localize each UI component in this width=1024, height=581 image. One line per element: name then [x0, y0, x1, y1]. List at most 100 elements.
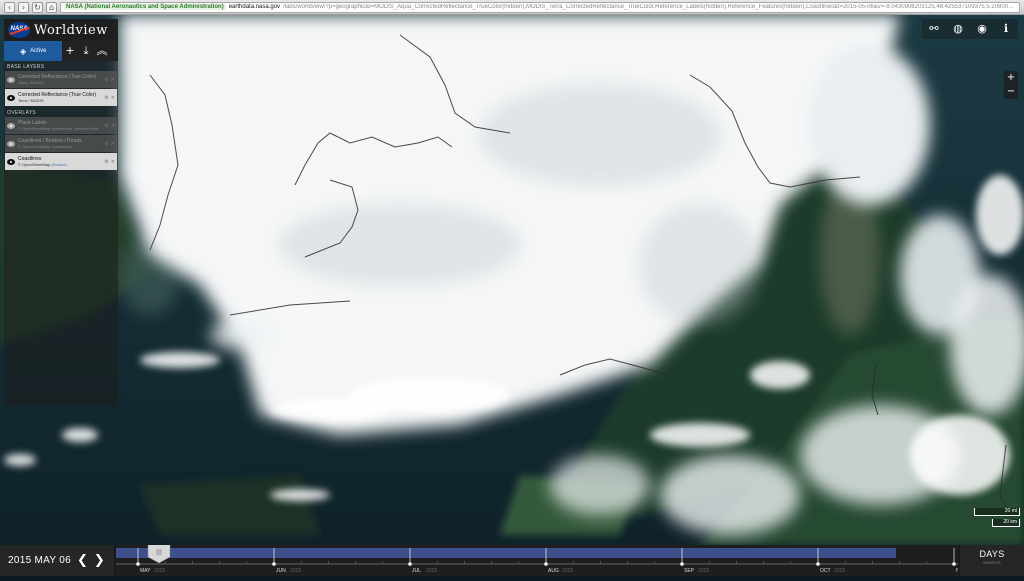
app-header: NASA Worldview	[4, 19, 118, 41]
visibility-eye-icon[interactable]	[7, 94, 15, 101]
month-tick-dot	[408, 562, 412, 566]
date-selector: 2015 MAY 06 ❮ ❯	[0, 545, 114, 576]
scale-bar: 20 mi 20 km	[974, 508, 1020, 530]
layer-text: Corrected Reflectance (True Color) Terra …	[18, 92, 101, 103]
cloud-mass	[810, 45, 930, 205]
month-tick-dot	[544, 562, 548, 566]
layer-text: Coastlines / Borders / Roads © OpenStreet…	[18, 138, 101, 149]
base-layers-list: Corrected Reflectance (True Color) Aqua /…	[4, 71, 118, 106]
forward-button[interactable]: ›	[18, 1, 29, 13]
layer-text: Corrected Reflectance (True Color) Aqua /…	[18, 74, 101, 85]
prev-day-icon[interactable]: ❮	[77, 553, 88, 568]
zoom-control: + −	[1004, 71, 1018, 99]
home-button[interactable]: ⌂	[46, 1, 57, 13]
url-bar[interactable]: NASA (National Aeronautics and Space Adm…	[60, 1, 1020, 13]
zoom-in-button[interactable]: +	[1004, 71, 1018, 85]
layer-settings-icon[interactable]: ⚙	[104, 141, 108, 147]
month-tick-year: 2015	[426, 568, 437, 574]
layer-subtitle: Terra / MODIS	[18, 98, 101, 103]
layers-sidebar: NASA Worldview ◈ Active + ⤓ ︽ BASE LAYER…	[4, 19, 118, 406]
layer-remove-icon[interactable]: ✕	[111, 123, 115, 129]
reload-button[interactable]: ↻	[32, 1, 43, 13]
projection-icon[interactable]: ◍	[946, 19, 970, 39]
layer-tools: ⚙ ✕	[104, 95, 115, 101]
layer-settings-icon[interactable]: ⚙	[104, 123, 108, 129]
layer-remove-icon[interactable]: ✕	[111, 77, 115, 83]
site-identity-badge[interactable]: NASA (National Aeronautics and Space Adm…	[64, 4, 226, 10]
layer-subtitle: © OpenStreetMap (Source)	[18, 162, 101, 167]
month-tick-label[interactable]: JUN	[276, 568, 286, 574]
tab-active-layers[interactable]: ◈ Active	[4, 41, 62, 61]
layer-item[interactable]: Coastlines / Borders / Roads © OpenStreet…	[5, 135, 117, 152]
overlays-heading: OVERLAYS	[7, 110, 36, 116]
zoom-out-button[interactable]: −	[1004, 85, 1018, 99]
month-tick-year: 2015	[834, 568, 845, 574]
visibility-eye-icon[interactable]	[7, 140, 15, 147]
layer-text: Place Labels © OpenStreetMap contributors…	[18, 120, 101, 131]
camera-icon[interactable]: ◉	[970, 19, 994, 39]
timeline-track[interactable]: MAY 2015 JUN 2015 JUL 2015 AUG 2015 SEP 2015 OCT 20…	[116, 542, 981, 576]
timeline-zoom-level[interactable]: DAYS MONTHS	[960, 545, 1024, 576]
map-toolbar: ⚯ ◍ ◉ ℹ	[922, 19, 1018, 39]
url-host: earthdata.nasa.gov	[228, 4, 281, 10]
month-tick-label[interactable]: MAY	[140, 568, 151, 574]
layer-remove-icon[interactable]: ✕	[111, 159, 115, 165]
layer-subtitle: Aqua / MODIS	[18, 80, 101, 85]
layer-remove-icon[interactable]: ✕	[111, 141, 115, 147]
link-icon[interactable]: ⚯	[922, 19, 946, 39]
month-tick-dot	[136, 562, 140, 566]
layer-subtitle-text: © OpenStreetMap contributors	[18, 144, 73, 149]
layer-settings-icon[interactable]: ⚙	[104, 95, 108, 101]
collapse-sidebar-icon[interactable]: ︽	[94, 41, 110, 61]
layer-item[interactable]: Coastlines © OpenStreetMap (Source) ⚙ ✕	[5, 153, 117, 170]
month-tick-dot	[952, 562, 956, 566]
tab-active-label: Active	[30, 48, 47, 54]
month-tick-year: 2015	[562, 568, 573, 574]
base-layers-heading: BASE LAYERS	[7, 64, 45, 70]
layer-settings-icon[interactable]: ⚙	[104, 159, 108, 165]
visibility-eye-icon[interactable]	[7, 122, 15, 129]
layer-subtitle-text: Terra / MODIS	[18, 98, 44, 103]
add-layers-icon[interactable]: +	[62, 41, 78, 61]
month-tick-dot	[272, 562, 276, 566]
nasa-logo-text: NASA	[10, 26, 28, 32]
layer-item[interactable]: Corrected Reflectance (True Color) Aqua /…	[5, 71, 117, 88]
month-tick-year: 2015	[290, 568, 301, 574]
timeline-zoom-unit[interactable]: DAYS	[960, 549, 1024, 559]
url-path: /labs/worldview/?p=geographic&l=MODIS_Aq…	[283, 4, 1016, 10]
month-tick-label[interactable]: AUG	[548, 568, 559, 574]
cloud-mass	[550, 455, 650, 515]
overlays-list: Place Labels © OpenStreetMap contributors…	[4, 117, 118, 170]
month-tick-label[interactable]: OCT	[820, 568, 831, 574]
map-canvas[interactable]	[0, 15, 1024, 545]
info-icon[interactable]: ℹ	[994, 19, 1018, 39]
month-tick-label[interactable]: SEP	[684, 568, 695, 574]
current-date[interactable]: 2015 MAY 06	[8, 555, 71, 566]
visibility-eye-icon[interactable]	[7, 76, 15, 83]
month-tick-label[interactable]: NOV	[956, 568, 968, 574]
layer-tools: ⚙ ✕	[104, 141, 115, 147]
month-tick-dot	[816, 562, 820, 566]
layer-settings-icon[interactable]: ⚙	[104, 77, 108, 83]
layer-text: Coastlines © OpenStreetMap (Source)	[18, 156, 101, 167]
layers-icon: ◈	[20, 46, 27, 56]
visibility-eye-icon[interactable]	[7, 158, 15, 165]
month-tick-dot	[680, 562, 684, 566]
layer-item[interactable]: Corrected Reflectance (True Color) Terra …	[5, 89, 117, 106]
satellite-map[interactable]	[0, 15, 1024, 545]
layer-subtitle-text: © OpenStreetMap contributors, Natural Ea…	[18, 126, 99, 131]
back-button[interactable]: ‹	[4, 1, 15, 13]
layer-tools: ⚙ ✕	[104, 159, 115, 165]
layer-subtitle-text: © OpenStreetMap	[18, 162, 51, 167]
layer-remove-icon[interactable]: ✕	[111, 95, 115, 101]
next-day-icon[interactable]: ❯	[94, 553, 105, 568]
timeline: 2015 MAY 06 ❮ ❯ MAY 2015 JUN 2015 JUL 2015 AUG…	[0, 542, 1024, 576]
timeline-svg[interactable]: MAY 2015 JUN 2015 JUL 2015 AUG 2015 SEP 2015 OCT 20…	[116, 542, 981, 576]
layer-item[interactable]: Place Labels © OpenStreetMap contributors…	[5, 117, 117, 134]
cloud-mass	[210, 320, 270, 350]
timeline-zoom-alt[interactable]: MONTHS	[960, 560, 1024, 565]
sidebar-tabbar: ◈ Active + ⤓ ︽	[4, 41, 118, 61]
month-tick-label[interactable]: JUL	[412, 568, 421, 574]
download-icon[interactable]: ⤓	[78, 41, 94, 61]
layer-source-link[interactable]: (Source)	[51, 162, 66, 167]
